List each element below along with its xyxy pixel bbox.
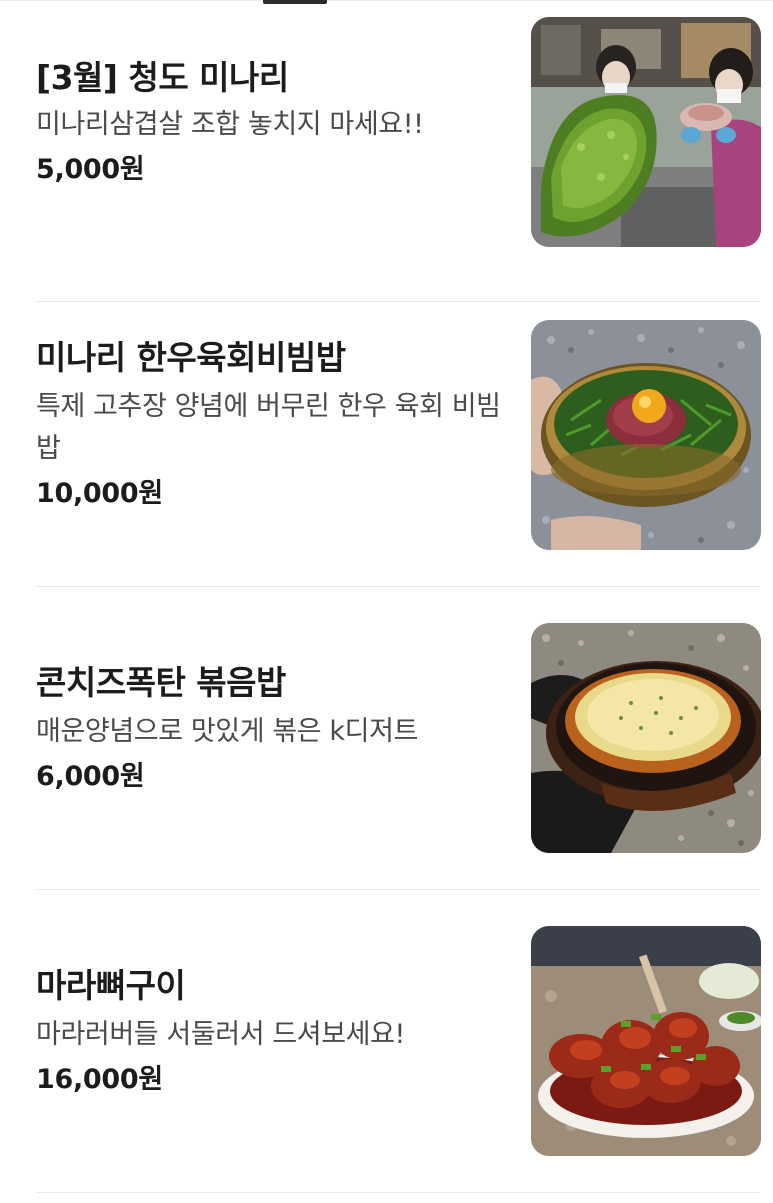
photo-mala-ribs-icon bbox=[531, 926, 761, 1156]
menu-item-mala-ribs[interactable]: 마라뼈구이 마라러버들 서둘러서 드셔보세요! 16,000원 bbox=[0, 890, 773, 1193]
photo-yukhoe-bibimbap-icon bbox=[531, 320, 761, 550]
menu-item-minari[interactable]: [3월] 청도 미나리 미나리삼겹살 조합 놓치지 마세요!! 5,000원 bbox=[0, 0, 773, 302]
menu-item-name: 마라뼈구이 bbox=[36, 966, 186, 1005]
menu-item-description: 특제 고추장 양념에 버무린 한우 육회 비빔밥 bbox=[36, 391, 501, 464]
menu-item-photo[interactable] bbox=[531, 926, 761, 1156]
menu-item-text: [3월] 청도 미나리 미나리삼겹살 조합 놓치지 마세요!! 5,000원 bbox=[36, 56, 506, 190]
menu-item-name: 콘치즈폭탄 볶음밥 bbox=[36, 663, 286, 702]
menu-item-photo[interactable] bbox=[531, 320, 761, 550]
item-divider bbox=[36, 1192, 760, 1193]
photo-minari-bundle-icon bbox=[531, 17, 761, 247]
menu-item-description: 마라러버들 서둘러서 드셔보세요! bbox=[36, 1019, 405, 1050]
menu-item-description: 미나리삼겹살 조합 놓치지 마세요!! bbox=[36, 109, 424, 140]
menu-item-name: 미나리 한우육회비빔밥 bbox=[36, 338, 346, 377]
menu-item-fried-rice[interactable]: 콘치즈폭탄 볶음밥 매운양념으로 맛있게 볶은 k디저트 6,000원 bbox=[0, 587, 773, 890]
menu-item-text: 마라뼈구이 마라러버들 서둘러서 드셔보세요! 16,000원 bbox=[36, 964, 506, 1100]
menu-item-photo[interactable] bbox=[531, 17, 761, 247]
menu-item-description: 매운양념으로 맛있게 볶은 k디저트 bbox=[36, 716, 418, 747]
menu-item-name: [3월] 청도 미나리 bbox=[36, 58, 289, 97]
menu-item-price: 10,000원 bbox=[36, 478, 163, 509]
menu-item-text: 미나리 한우육회비빔밥 특제 고추장 양념에 버무린 한우 육회 비빔밥 10,… bbox=[36, 336, 506, 514]
menu-item-price: 6,000원 bbox=[36, 761, 145, 792]
menu-item-photo[interactable] bbox=[531, 623, 761, 853]
menu-item-text: 콘치즈폭탄 볶음밥 매운양념으로 맛있게 볶은 k디저트 6,000원 bbox=[36, 661, 506, 797]
photo-corn-cheese-fried-rice-icon bbox=[531, 623, 761, 853]
menu-item-price: 16,000원 bbox=[36, 1064, 163, 1095]
menu-item-price: 5,000원 bbox=[36, 154, 145, 185]
menu-item-bibimbap[interactable]: 미나리 한우육회비빔밥 특제 고추장 양념에 버무린 한우 육회 비빔밥 10,… bbox=[0, 284, 773, 587]
